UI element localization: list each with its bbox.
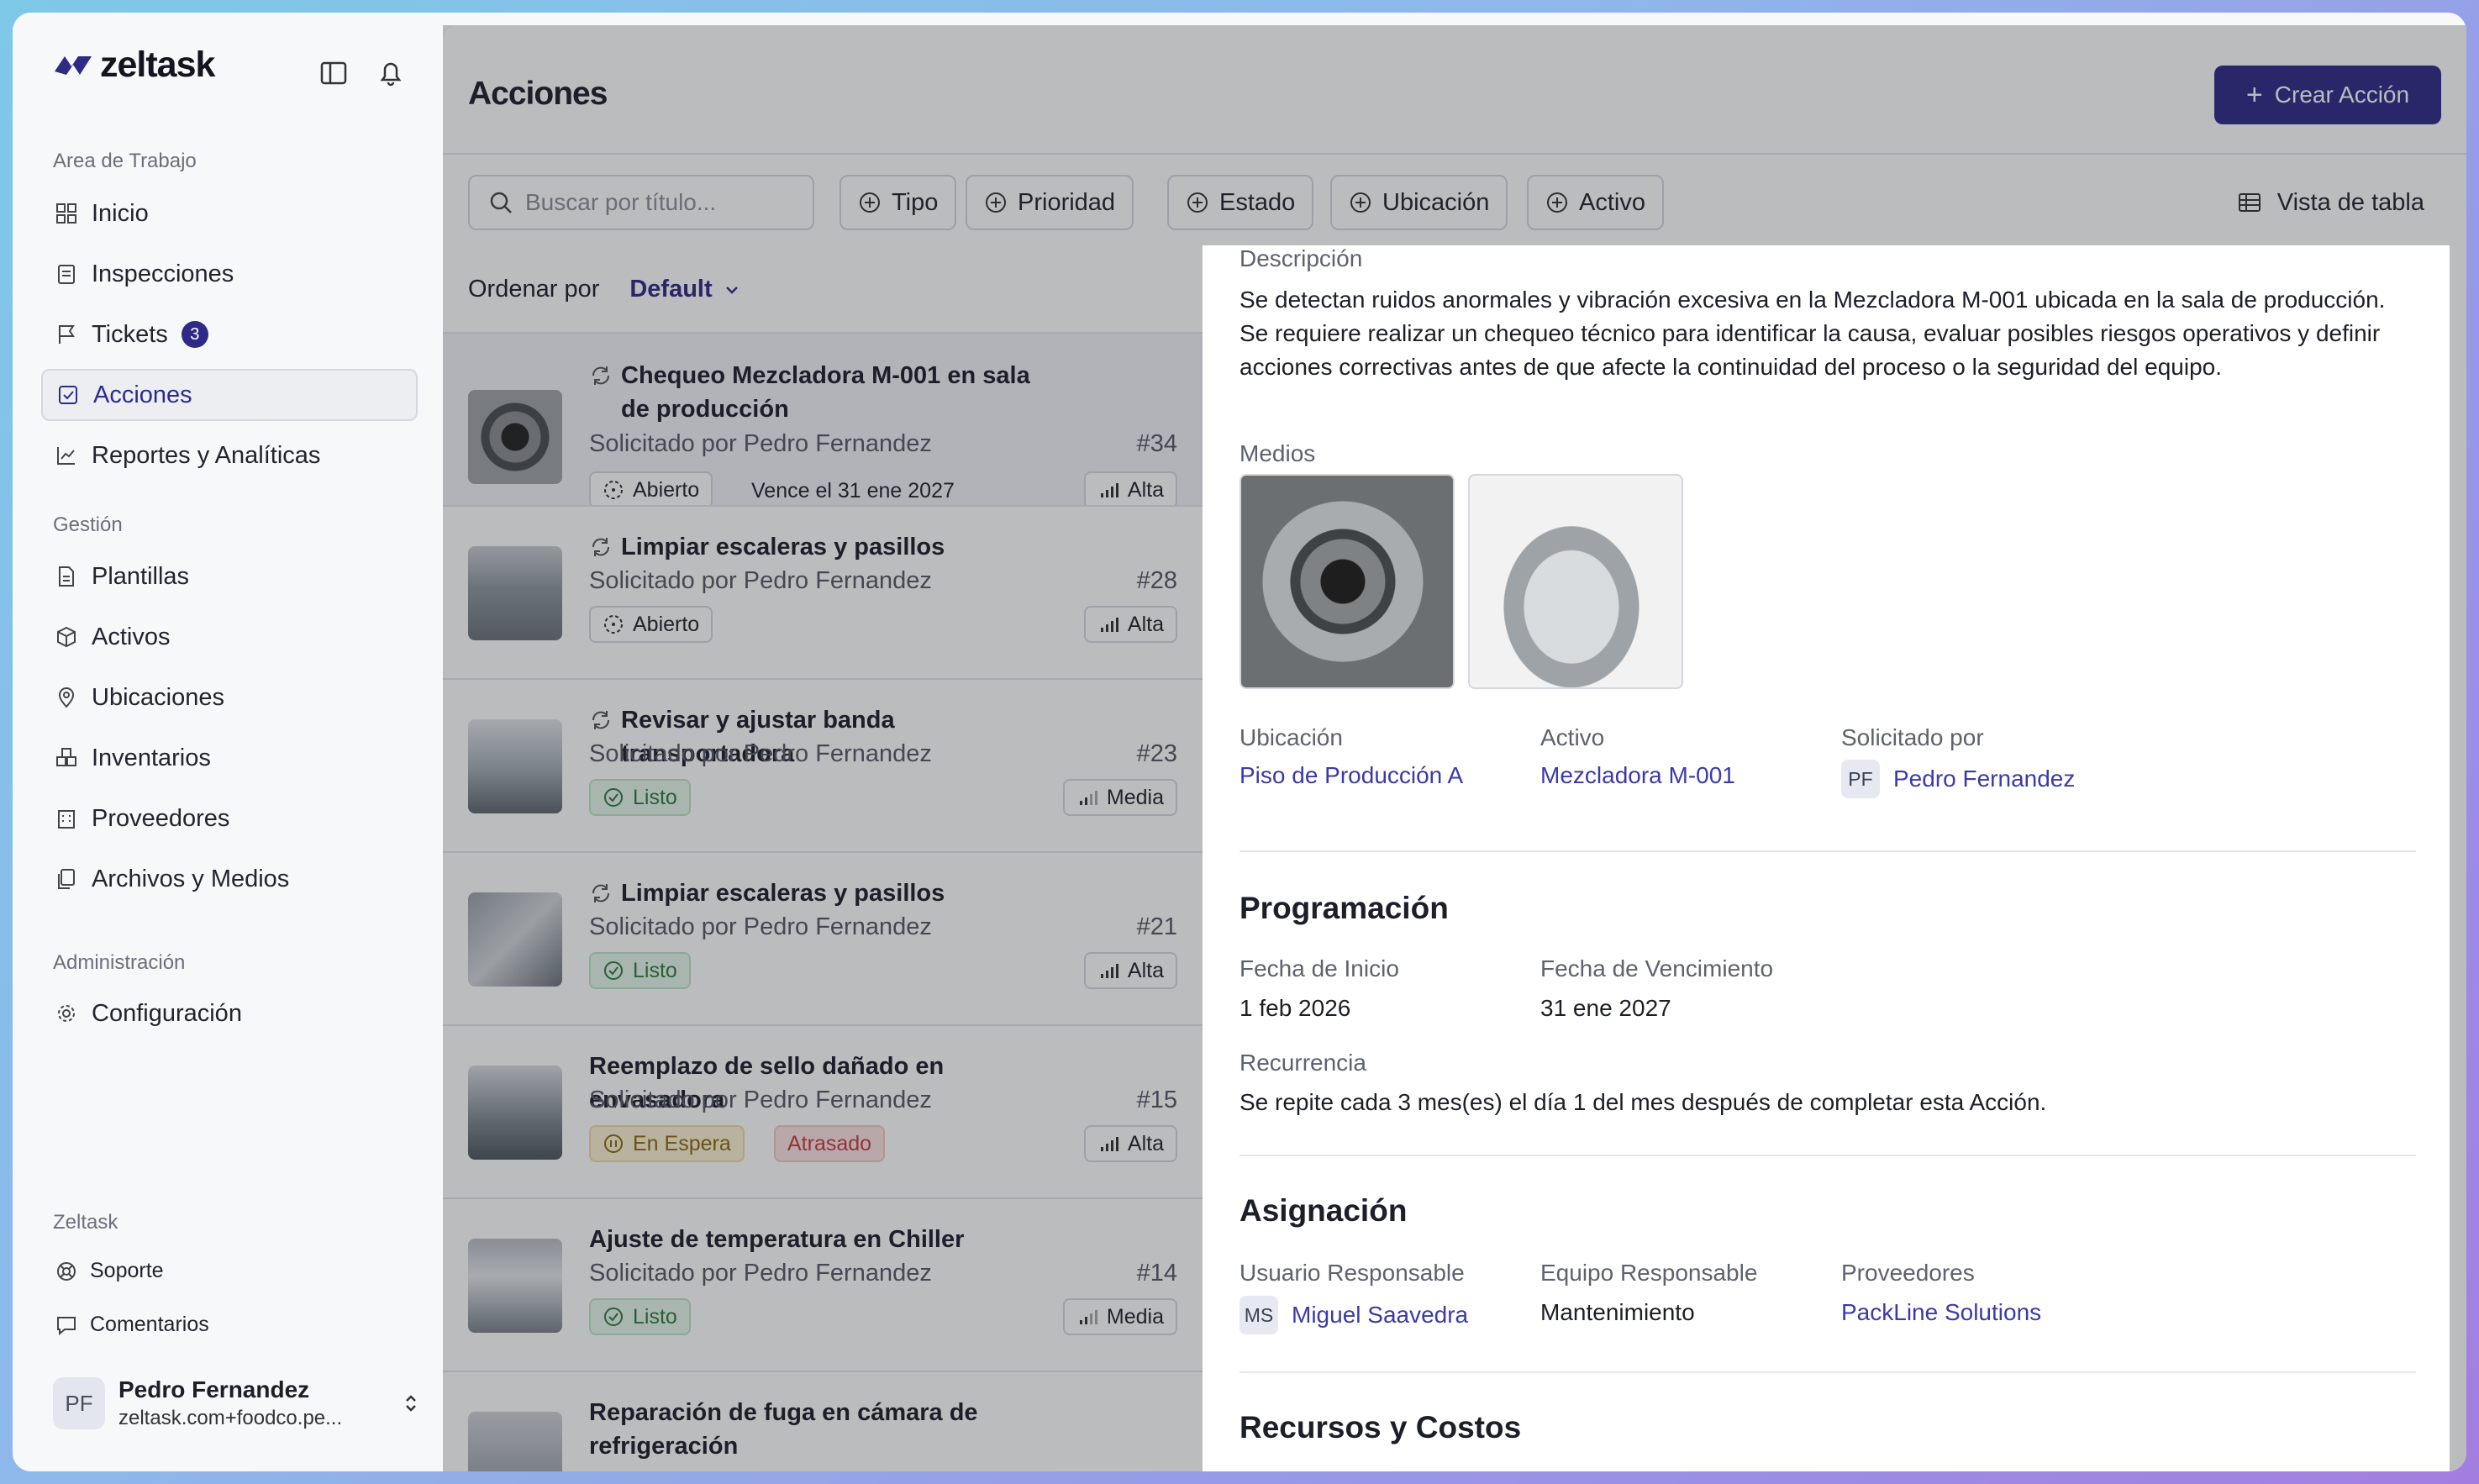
sidebar-item-inicio[interactable]: Inicio: [41, 187, 418, 239]
sidebar-toggle-icon[interactable]: [317, 56, 350, 90]
requested-by-link[interactable]: Pedro Fernandez: [1893, 766, 2075, 792]
sidebar: zeltask Area de Trabajo Inicio Inspeccio…: [13, 13, 443, 1471]
avatar: PF: [1841, 760, 1880, 798]
divider: [1240, 1155, 2416, 1156]
assignment-heading: Asignación: [1240, 1193, 1408, 1228]
section-admin: Administración: [53, 951, 186, 974]
sidebar-item-label: Inspecciones: [92, 260, 234, 287]
sidebar-item-comentarios[interactable]: Comentarios: [41, 1313, 209, 1337]
start-date-value: 1 feb 2026: [1240, 995, 1351, 1021]
vendor-link[interactable]: PackLine Solutions: [1841, 1299, 2041, 1326]
clipboard-icon: [58, 265, 75, 284]
recurrence-value: Se repite cada 3 mes(es) el día 1 del me…: [1240, 1089, 2047, 1115]
user-email: zeltask.com+foodco.pe...: [118, 1407, 343, 1429]
backdrop-overlay[interactable]: [1203, 25, 2466, 245]
files-icon: [58, 869, 75, 889]
start-date-label: Fecha de Inicio: [1240, 955, 1399, 981]
sidebar-item-reportes[interactable]: Reportes y Analíticas: [41, 429, 418, 482]
requested-label: Solicitado por: [1841, 724, 1984, 750]
sidebar-item-soporte[interactable]: Soporte: [41, 1259, 164, 1283]
sidebar-item-configuracion[interactable]: Configuración: [41, 987, 418, 1039]
logo[interactable]: zeltask: [53, 45, 215, 86]
sidebar-item-label: Inventarios: [92, 744, 211, 771]
divider: [1240, 850, 2416, 852]
sidebar-item-label: Reportes y Analíticas: [92, 441, 321, 469]
sidebar-item-archivos[interactable]: Archivos y Medios: [41, 853, 418, 905]
cube-icon: [57, 626, 76, 648]
backdrop-overlay[interactable]: [2450, 245, 2466, 1471]
bell-icon[interactable]: [374, 56, 408, 90]
sidebar-item-label: Inicio: [92, 199, 149, 227]
sidebar-item-label: Configuración: [92, 999, 242, 1027]
chart-line-icon: [57, 447, 75, 465]
user-menu[interactable]: PF Pedro Fernandez zeltask.com+foodco.pe…: [53, 1366, 423, 1441]
lifebuoy-icon: [57, 1261, 76, 1281]
grid-icon: [56, 203, 76, 224]
sidebar-item-label: Activos: [92, 623, 171, 650]
gear-icon: [58, 1005, 75, 1022]
sidebar-item-label: Soporte: [90, 1259, 164, 1282]
check-square-icon: [59, 386, 77, 404]
sidebar-item-inspecciones[interactable]: Inspecciones: [41, 248, 418, 300]
tickets-count-badge: 3: [181, 321, 208, 348]
avatar: PF: [53, 1377, 105, 1429]
sidebar-item-label: Comentarios: [90, 1313, 209, 1336]
sidebar-item-activos[interactable]: Activos: [41, 611, 418, 663]
sidebar-item-label: Ubicaciones: [92, 683, 224, 711]
due-date-value: 31 ene 2027: [1540, 995, 1671, 1021]
sidebar-item-inventarios[interactable]: Inventarios: [41, 732, 418, 784]
team-value: Mantenimiento: [1540, 1299, 1695, 1325]
resources-heading: Recursos y Costos: [1240, 1410, 1522, 1445]
avatar: MS: [1240, 1296, 1278, 1334]
owner-link[interactable]: Miguel Saavedra: [1292, 1302, 1468, 1329]
section-workspace: Area de Trabajo: [53, 150, 197, 172]
divider: [1240, 1371, 2416, 1373]
section-management: Gestión: [53, 513, 123, 536]
description-text: Se detectan ruidos anormales y vibración…: [1240, 287, 2386, 380]
app-window: zeltask Area de Trabajo Inicio Inspeccio…: [13, 13, 2466, 1471]
chevron-up-down-icon: [406, 1395, 416, 1412]
vendors-label: Proveedores: [1841, 1260, 1975, 1286]
sidebar-item-acciones[interactable]: Acciones: [41, 369, 418, 421]
media-thumbnail[interactable]: [1240, 474, 1455, 689]
owner-label: Usuario Responsable: [1240, 1260, 1465, 1286]
due-date-label: Fecha de Vencimiento: [1540, 955, 1774, 981]
section-footer: Zeltask: [53, 1211, 118, 1234]
media-thumbnail[interactable]: [1468, 474, 1683, 689]
boxes-icon: [56, 748, 76, 766]
sidebar-item-label: Proveedores: [92, 804, 230, 832]
app-name: zeltask: [100, 45, 215, 85]
building-icon: [58, 810, 75, 829]
sidebar-item-ubicaciones[interactable]: Ubicaciones: [41, 671, 418, 724]
sidebar-item-tickets[interactable]: Tickets 3: [41, 308, 418, 360]
sidebar-item-label: Archivos y Medios: [92, 865, 290, 892]
location-label: Ubicación: [1240, 724, 1343, 750]
zeltask-logo-icon: [55, 55, 92, 75]
main-content: Acciones + Crear Acción Buscar por títul…: [443, 25, 2466, 1471]
action-detail-panel: Descripción Se detectan ruidos anormales…: [1203, 245, 2450, 1471]
media-label: Medios: [1240, 440, 1316, 466]
map-pin-icon: [58, 687, 75, 708]
asset-link[interactable]: Mezcladora M-001: [1540, 762, 1735, 789]
sidebar-item-plantillas[interactable]: Plantillas: [41, 550, 418, 603]
sidebar-item-label: Tickets: [92, 320, 168, 348]
location-link[interactable]: Piso de Producción A: [1240, 762, 1463, 789]
flag-icon: [59, 325, 75, 344]
message-icon: [57, 1316, 76, 1335]
asset-label: Activo: [1540, 724, 1605, 750]
sidebar-item-proveedores[interactable]: Proveedores: [41, 792, 418, 845]
sidebar-item-label: Plantillas: [92, 562, 190, 590]
backdrop-overlay[interactable]: [443, 25, 1203, 1471]
schedule-heading: Programación: [1240, 891, 1449, 925]
description-label: Descripción: [1240, 245, 1363, 271]
sidebar-item-label: Acciones: [93, 381, 192, 408]
user-name: Pedro Fernandez: [118, 1376, 310, 1402]
document-icon: [59, 566, 74, 587]
team-label: Equipo Responsable: [1540, 1260, 1758, 1286]
recurrence-label: Recurrencia: [1240, 1050, 1366, 1076]
